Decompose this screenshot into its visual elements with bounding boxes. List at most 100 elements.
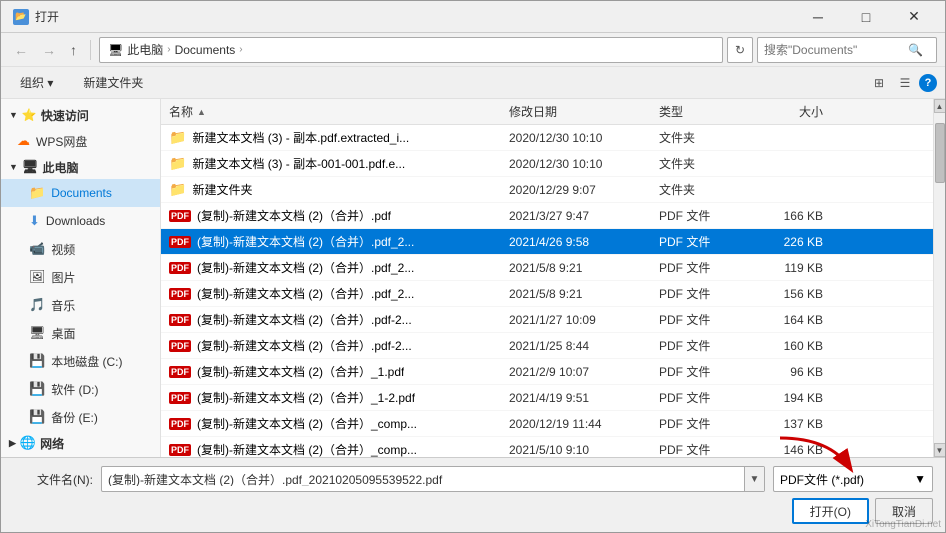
sidebar-item-drive-c[interactable]: 💾 本地磁盘 (C:) [1,347,160,375]
filetype-label: PDF文件 (*.pdf) [780,471,864,488]
file-size-cell: 156 KB [751,287,831,301]
up-button[interactable]: ↑ [65,38,82,62]
watermark: XiTongTianDi.net [865,519,941,530]
sidebar-label-pictures: 图片 [52,269,76,286]
sidebar-item-drive-d[interactable]: 💾 软件 (D:) [1,375,160,403]
file-type-cell: PDF 文件 [651,259,751,276]
sidebar-label-desktop: 桌面 [52,325,76,342]
scroll-thumb[interactable] [935,123,945,183]
maximize-button[interactable]: □ [843,3,889,31]
scroll-down-arrow[interactable]: ▼ [934,443,946,457]
file-name-text: (复制)-新建文本文档 (2)（合并）_comp... [197,415,417,432]
pdf-icon: PDF [169,262,191,274]
file-type-cell: PDF 文件 [651,207,751,224]
sidebar-group-network[interactable]: ▶ 🌐 网络 [1,431,160,455]
sidebar-label-drive-c: 本地磁盘 (C:) [51,353,122,370]
organize-button[interactable]: 组织 ▾ [9,71,64,95]
file-size-cell: 194 KB [751,391,831,405]
view-grid-button[interactable]: ⊞ [867,71,891,95]
table-row[interactable]: PDF (复制)-新建文本文档 (2)（合并）.pdf_2... 2021/5/… [161,281,933,307]
filename-dropdown-button[interactable]: ▼ [744,467,764,491]
table-row[interactable]: PDF (复制)-新建文本文档 (2)（合并）_1-2.pdf 2021/4/1… [161,385,933,411]
file-size-cell: 146 KB [751,443,831,457]
col-header-size[interactable]: 大小 [751,103,831,120]
pdf-icon: PDF [169,366,191,378]
path-arrow1: › [167,44,170,55]
view-details-button[interactable]: ☰ [893,71,917,95]
filename-input[interactable] [102,472,744,486]
open-button[interactable]: 打开(O) [792,498,869,524]
sidebar-item-desktop[interactable]: 🖥 桌面 [1,319,160,347]
file-list-header: 名称 ▲ 修改日期 类型 大小 [161,99,933,125]
sidebar-group-this-pc[interactable]: ▼ 🖥 此电脑 [1,155,160,179]
file-type-cell: PDF 文件 [651,441,751,457]
help-button[interactable]: ? [919,74,937,92]
sidebar-item-wps-cloud[interactable]: ☁ WPS网盘 [1,127,160,155]
sidebar-item-music[interactable]: 🎵 音乐 [1,291,160,319]
pdf-icon: PDF [169,314,191,326]
col-header-type[interactable]: 类型 [651,103,751,120]
table-row[interactable]: PDF (复制)-新建文本文档 (2)（合并）.pdf-2... 2021/1/… [161,307,933,333]
file-name-cell: PDF (复制)-新建文本文档 (2)（合并）.pdf [161,207,501,224]
col-header-name[interactable]: 名称 ▲ [161,103,501,120]
sidebar-item-pictures[interactable]: 🖼 图片 [1,263,160,291]
file-size-cell: 96 KB [751,365,831,379]
pdf-icon: PDF [169,210,191,222]
sidebar-label-this-pc: 此电脑 [42,159,78,176]
sidebar-label-network: 网络 [40,435,64,452]
forward-button[interactable]: → [37,38,61,62]
table-row[interactable]: PDF (复制)-新建文本文档 (2)（合并）.pdf-2... 2021/1/… [161,333,933,359]
table-row[interactable]: 📁 新建文本文档 (3) - 副本.pdf.extracted_i... 202… [161,125,933,151]
star-icon: ⭐ [22,108,37,122]
back-button[interactable]: ← [9,38,33,62]
refresh-button[interactable]: ↻ [727,37,753,63]
table-row[interactable]: 📁 新建文本文档 (3) - 副本-001-001.pdf.e... 2020/… [161,151,933,177]
file-size-cell: 164 KB [751,313,831,327]
drive-d-icon: 💾 [29,381,45,397]
filename-label: 文件名(N): [13,471,93,488]
table-row[interactable]: 📁 新建文件夹 2020/12/29 9:07 文件夹 [161,177,933,203]
search-box: 🔍 [757,37,937,63]
table-row[interactable]: PDF (复制)-新建文本文档 (2)（合并）.pdf_2... 2021/4/… [161,229,933,255]
file-date-cell: 2021/4/19 9:51 [501,391,651,405]
file-size-cell: 160 KB [751,339,831,353]
file-name-cell: 📁 新建文本文档 (3) - 副本-001-001.pdf.e... [161,155,501,172]
sidebar-item-documents[interactable]: 📁 Documents [1,179,160,207]
search-input[interactable] [764,43,904,57]
search-icon[interactable]: 🔍 [908,43,923,57]
table-row[interactable]: PDF (复制)-新建文本文档 (2)（合并）.pdf 2021/3/27 9:… [161,203,933,229]
nav-toolbar: ← → ↑ 🖥 此电脑 › Documents › ↻ 🔍 [1,33,945,67]
path-arrow2: › [239,44,242,55]
filetype-dropdown-icon: ▼ [914,472,926,486]
scroll-up-arrow[interactable]: ▲ [934,99,946,113]
sidebar-label-drive-e: 备份 (E:) [51,409,98,426]
file-date-cell: 2021/2/9 10:07 [501,365,651,379]
pdf-icon: PDF [169,236,191,248]
sidebar-label-documents: Documents [51,186,112,200]
sidebar-item-downloads[interactable]: ⬇ Downloads [1,207,160,235]
table-row[interactable]: PDF (复制)-新建文本文档 (2)（合并）_comp... 2021/5/1… [161,437,933,457]
file-date-cell: 2021/4/26 9:58 [501,235,651,249]
table-row[interactable]: PDF (复制)-新建文本文档 (2)（合并）_comp... 2020/12/… [161,411,933,437]
sidebar-item-videos[interactable]: 📹 视频 [1,235,160,263]
sidebar-item-drive-e[interactable]: 💾 备份 (E:) [1,403,160,431]
sidebar-group-quick-access[interactable]: ▼ ⭐ 快速访问 [1,103,160,127]
bottom-area: 文件名(N): ▼ PDF文件 (*.pdf) ▼ 打开(O) 取消 [1,457,945,532]
file-rows-container: 📁 新建文本文档 (3) - 副本.pdf.extracted_i... 202… [161,125,933,457]
file-date-cell: 2020/12/29 9:07 [501,183,651,197]
address-path[interactable]: 🖥 此电脑 › Documents › [99,37,723,63]
file-name-text: (复制)-新建文本文档 (2)（合并）.pdf [197,207,391,224]
minimize-button[interactable]: ─ [795,3,841,31]
col-header-date[interactable]: 修改日期 [501,103,651,120]
filetype-select[interactable]: PDF文件 (*.pdf) ▼ [773,466,933,492]
title-bar-left: 📂 打开 [13,8,59,25]
table-row[interactable]: PDF (复制)-新建文本文档 (2)（合并）_1.pdf 2021/2/9 1… [161,359,933,385]
file-date-cell: 2020/12/19 11:44 [501,417,651,431]
table-row[interactable]: PDF (复制)-新建文本文档 (2)（合并）.pdf_2... 2021/5/… [161,255,933,281]
sidebar-label-wps: WPS网盘 [36,133,87,150]
close-button[interactable]: ✕ [891,3,937,31]
folder-icon: 📁 [169,129,186,146]
new-folder-button[interactable]: 新建文件夹 [72,71,154,95]
sort-arrow-icon: ▲ [197,107,206,117]
scroll-track [934,113,946,443]
